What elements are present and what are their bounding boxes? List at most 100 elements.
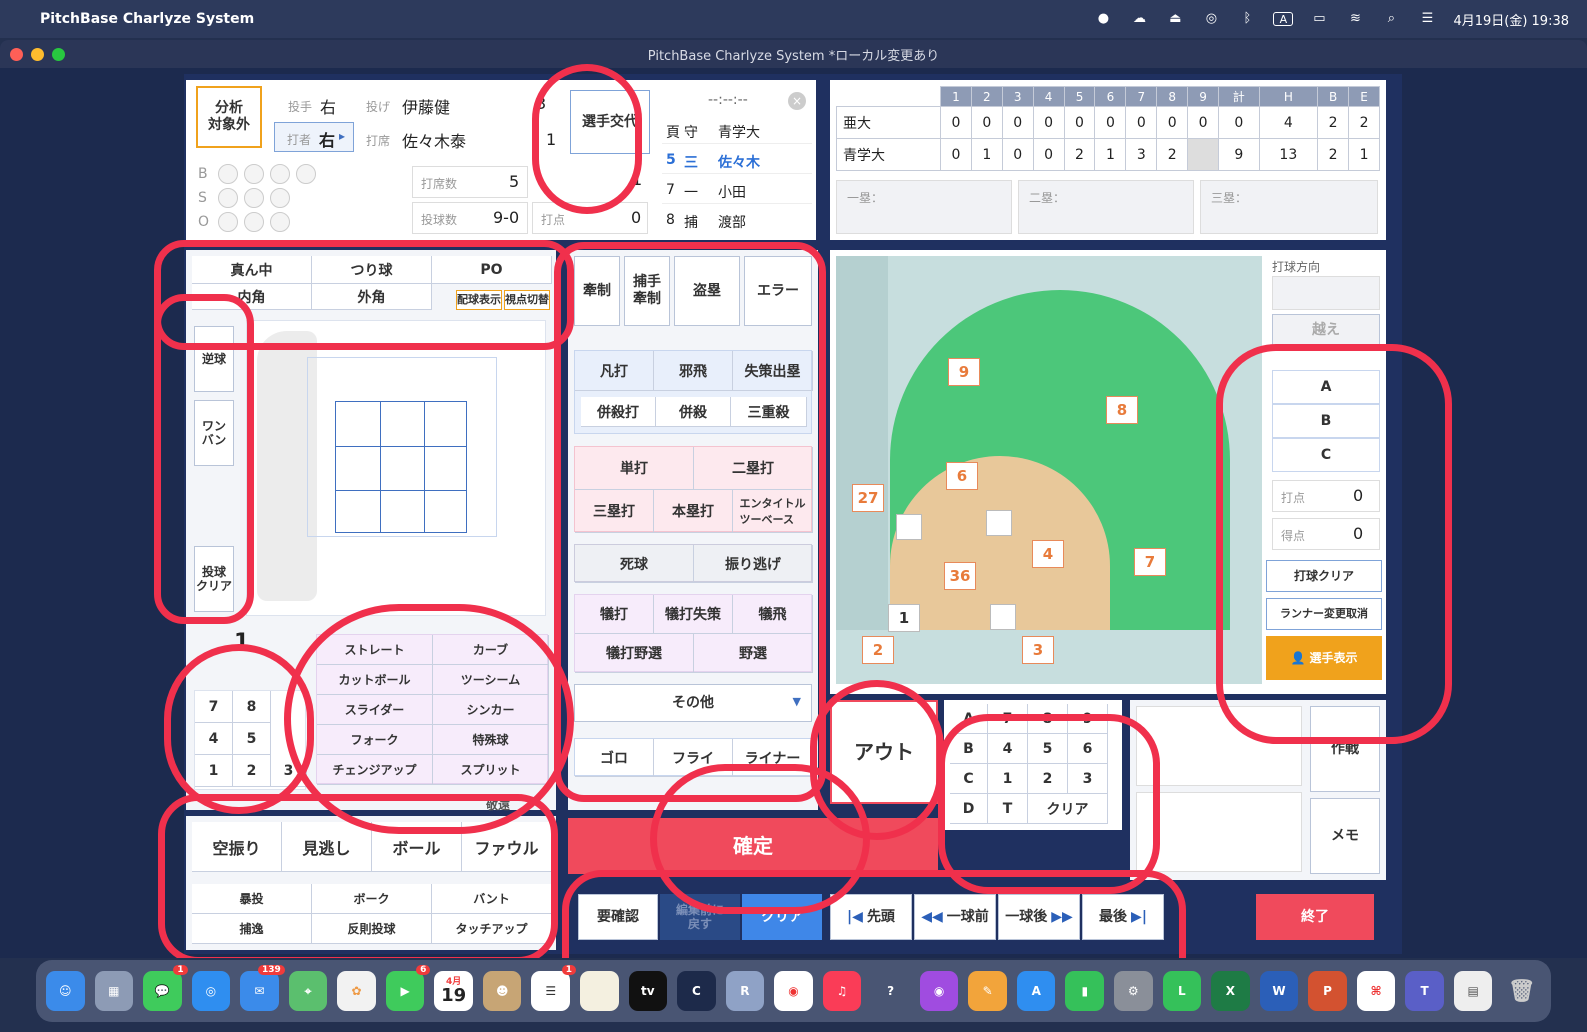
score-cell[interactable]: 0 [970, 106, 1003, 139]
pitcher-position[interactable]: 1 [888, 604, 920, 632]
exclude-analysis-button[interactable]: 分析 対象外 [196, 86, 262, 148]
lineup-row[interactable]: 頁 守 青学大 [662, 116, 812, 144]
app-store-icon[interactable]: A [1016, 971, 1056, 1011]
illegal-pitch-button[interactable]: 反則投球 [312, 914, 432, 944]
numpad-key-8[interactable]: 8 [233, 691, 271, 723]
launchpad-icon[interactable]: ▦ [94, 971, 134, 1011]
first-base-position[interactable]: 3 [1022, 636, 1054, 664]
ground-rule-double-button[interactable]: エンタイトル ツーベース [733, 490, 813, 533]
pitch-special-button[interactable]: 特殊球 [433, 725, 549, 755]
numpad-key-8[interactable]: 8 [1028, 704, 1068, 734]
next-pitch-button[interactable]: 一球後 ▶▶ [998, 894, 1080, 940]
score-cell[interactable]: 1 [970, 138, 1003, 171]
pitch-curve-button[interactable]: カーブ [433, 635, 549, 665]
calendar-icon[interactable]: 4月 19 [434, 971, 473, 1011]
show-pitch-sequence-button[interactable]: 配球表示 [456, 290, 502, 310]
numpad-key-1[interactable]: 1 [195, 755, 233, 787]
numpad-key-1[interactable]: 1 [988, 764, 1028, 794]
pitch-two-seam-button[interactable]: ツーシーム [433, 665, 549, 695]
search-icon[interactable]: ⌕ [1381, 12, 1401, 26]
trash-icon[interactable]: 🗑 [1502, 971, 1541, 1011]
over-fence-button[interactable]: 越え [1272, 314, 1380, 346]
shortstop-position[interactable]: 6 [946, 462, 978, 490]
maps-icon[interactable]: ⌖ [288, 971, 328, 1011]
location-po-button[interactable]: PO [432, 256, 552, 284]
finder-icon[interactable]: ☺ [46, 971, 85, 1011]
teams-icon[interactable]: T [1405, 971, 1444, 1011]
numpad-key-4[interactable]: 4 [988, 734, 1028, 764]
numpad-key-6[interactable]: 6 [1068, 734, 1108, 764]
numpad-key-7[interactable]: 7 [195, 691, 233, 723]
batter-hand-toggle[interactable]: 打者 右 ▸ [274, 122, 354, 152]
acrobat-icon[interactable]: ⌘ [1356, 971, 1396, 1011]
score-cell[interactable]: 0 [1063, 106, 1096, 139]
lineup-row-current[interactable]: 5 三 佐々木 [662, 146, 812, 174]
word-icon[interactable]: W [1259, 971, 1299, 1011]
lineup-row[interactable]: 7 一 小田 [662, 176, 812, 204]
help-icon[interactable]: ? [871, 971, 910, 1011]
strategy-button[interactable]: 作戦 [1310, 706, 1380, 792]
dropped-third-strike-button[interactable]: 振り逃げ [694, 545, 813, 583]
chrome-icon[interactable]: ◉ [774, 971, 813, 1011]
menubar-datetime[interactable]: 4月19日(金) 19:38 [1453, 10, 1569, 29]
pitch-fork-button[interactable]: フォーク [317, 725, 433, 755]
pitch-changeup-button[interactable]: チェンジアップ [317, 755, 433, 785]
numpad-key-2[interactable]: 2 [1028, 764, 1068, 794]
ball-button[interactable]: ボール [372, 822, 462, 872]
other-dropdown[interactable]: その他 ▼ [574, 684, 812, 722]
third-base-runner-box[interactable]: 三塁： [1200, 180, 1378, 234]
right-field-position[interactable]: 9 [948, 358, 980, 386]
center-field-position[interactable]: 8 [1106, 396, 1138, 424]
lineup-row[interactable]: 8 捕 渡部 [662, 206, 812, 234]
zoom-window-button[interactable] [52, 48, 65, 61]
numpad-key-3[interactable]: 3 [271, 755, 307, 787]
confirm-button[interactable]: 確定 [568, 818, 938, 874]
pitch-cutter-button[interactable]: カットボール [317, 665, 433, 695]
battery-icon[interactable]: ▭ [1309, 12, 1329, 26]
called-strike-button[interactable]: 見逃し [282, 822, 372, 872]
second-base-runner-box[interactable]: 二塁： [1018, 180, 1194, 234]
pitch-sinker-button[interactable]: シンカー [433, 695, 549, 725]
powerpoint-icon[interactable]: P [1308, 971, 1347, 1011]
pitch-splitter-button[interactable]: スプリット [433, 755, 549, 785]
intentional-walk-label[interactable]: 敬遠 [486, 796, 510, 813]
triple-play-button[interactable]: 三重殺 [731, 397, 807, 427]
needs-review-button[interactable]: 要確認 [578, 894, 658, 940]
last-pitch-button[interactable]: 最後 ▶| [1082, 894, 1164, 940]
fly-button[interactable]: フライ [654, 739, 733, 777]
numpad-key-c[interactable]: C [950, 764, 988, 794]
swinging-strike-button[interactable]: 空振り [192, 822, 282, 872]
score-cell[interactable]: 0 [1032, 138, 1065, 171]
score-cell[interactable]: 0 [940, 138, 972, 171]
field-diagram[interactable]: 9 8 6 27 4 7 36 1 2 3 [836, 256, 1262, 684]
numpad-key-a[interactable]: A [950, 704, 988, 734]
bunt-button[interactable]: バント [432, 884, 552, 914]
single-button[interactable]: 単打 [575, 447, 694, 490]
catcher-pickoff-button[interactable]: 捕手 牽制 [624, 256, 670, 326]
eject-icon[interactable]: ⏏ [1165, 12, 1185, 26]
player-substitution-button[interactable]: 選手交代 [570, 90, 650, 154]
r-app-icon[interactable]: R [725, 971, 765, 1011]
score-cell[interactable]: 0 [1187, 106, 1220, 139]
menubar-app-name[interactable]: PitchBase Charlyze System [40, 11, 254, 27]
second-base-position[interactable]: 4 [1032, 540, 1064, 568]
photos-icon[interactable]: ✿ [337, 971, 376, 1011]
pages-icon[interactable]: ✎ [968, 971, 1007, 1011]
revert-edit-button[interactable]: 編集前に 戻す [660, 894, 740, 940]
creative-cloud-icon[interactable]: ☁ [1129, 12, 1149, 26]
numpad-key-7[interactable]: 7 [988, 704, 1028, 734]
score-cell-current[interactable] [1187, 138, 1220, 171]
wifi-icon[interactable]: ≋ [1345, 12, 1365, 26]
safari-icon[interactable]: ◎ [191, 971, 231, 1011]
numpad-key-d[interactable]: D [950, 794, 988, 824]
first-pitch-button[interactable]: |◀ 先頭 [830, 894, 912, 940]
messages-icon[interactable]: 💬 1 [143, 965, 188, 1011]
chat-app-icon[interactable]: C [677, 971, 716, 1011]
memo-button[interactable]: メモ [1310, 798, 1380, 874]
switch-view-button[interactable]: 視点切替 [504, 290, 550, 310]
airdrop-icon[interactable]: ◎ [1201, 12, 1221, 26]
show-players-button[interactable]: 👤 選手表示 [1266, 636, 1382, 680]
grounder-button[interactable]: ゴロ [575, 739, 654, 777]
control-center-icon[interactable]: ☰ [1417, 12, 1437, 26]
bluetooth-icon[interactable]: ᛒ [1237, 12, 1257, 26]
